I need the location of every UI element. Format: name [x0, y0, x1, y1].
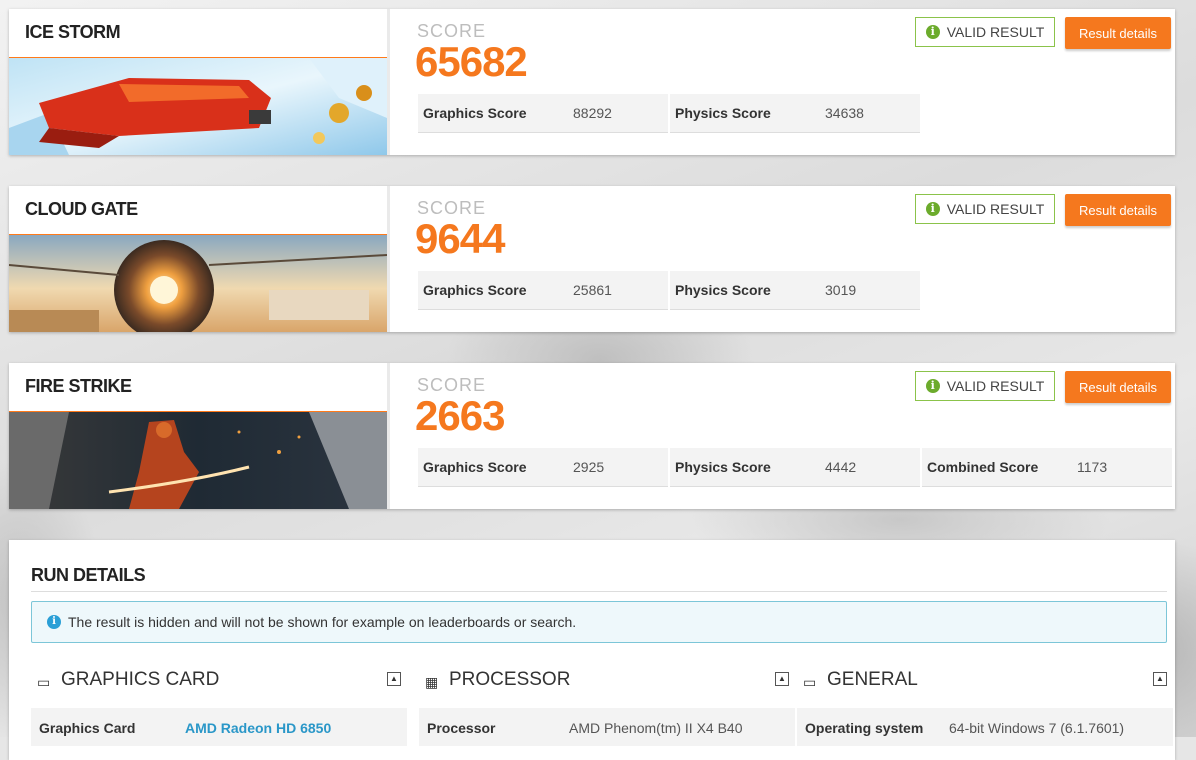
subscore-graphics: Graphics Score 25861 [418, 271, 668, 310]
subscore-value: 2925 [573, 459, 605, 475]
result-details-button[interactable]: Result details [1065, 194, 1171, 226]
subscore-combined: Combined Score 1173 [922, 448, 1172, 487]
valid-result-label: VALID RESULT [946, 24, 1045, 40]
subscore-label: Graphics Score [423, 459, 527, 475]
result-details-button[interactable]: Result details [1065, 17, 1171, 49]
section-title: GENERAL [827, 669, 918, 690]
valid-result-badge: i VALID RESULT [915, 194, 1055, 224]
laptop-icon: ▭ [803, 674, 817, 690]
subscore-graphics: Graphics Score 88292 [418, 94, 668, 133]
ice-storm-thumbnail [9, 58, 387, 155]
subscore-value: 3019 [825, 282, 857, 298]
detail-label: Operating system [805, 720, 924, 736]
subscore-value: 25861 [573, 282, 612, 298]
benchmark-title: CLOUD GATE [25, 199, 138, 219]
chip-icon: ▦ [425, 674, 439, 690]
score-value: 2663 [415, 392, 505, 439]
general-section: ▭ GENERAL ▲ Operating system 64-bit Wind… [797, 666, 1173, 746]
info-icon: i [925, 25, 940, 39]
benchmark-card-fire-strike: FIRE STRIKE SCORE 2663 Graphics Score 29… [9, 363, 1175, 509]
subscore-label: Combined Score [927, 459, 1039, 475]
subscore-list: Graphics Score 25861 Physics Score 3019 [418, 271, 922, 310]
score-value: 65682 [415, 38, 528, 85]
subscore-value: 4442 [825, 459, 857, 475]
subscore-label: Physics Score [675, 459, 771, 475]
info-icon: i [925, 379, 940, 393]
valid-result-label: VALID RESULT [946, 378, 1045, 394]
processor-section: ▦ PROCESSOR ▲ Processor AMD Phenom(tm) I… [419, 666, 795, 746]
card-divider [387, 363, 390, 509]
info-icon: i [925, 202, 940, 216]
section-divider [31, 591, 1167, 592]
detail-label: Graphics Card [39, 720, 136, 736]
detail-row: Processor AMD Phenom(tm) II X4 B40 [419, 708, 795, 746]
cloud-gate-thumbnail [9, 235, 387, 332]
subscore-label: Graphics Score [423, 105, 527, 121]
subscore-value: 1173 [1077, 459, 1108, 475]
card-divider [387, 9, 390, 155]
subscore-physics: Physics Score 3019 [670, 271, 920, 310]
benchmark-title: FIRE STRIKE [25, 376, 132, 396]
run-details-panel: RUN DETAILS i The result is hidden and w… [9, 540, 1175, 760]
detail-value: 64-bit Windows 7 (6.1.7601) [949, 720, 1125, 736]
subscore-physics: Physics Score 4442 [670, 448, 920, 487]
score-value: 9644 [415, 215, 505, 262]
hidden-result-notice: i The result is hidden and will not be s… [31, 601, 1167, 643]
subscore-label: Graphics Score [423, 282, 527, 298]
monitor-icon: ▭ [37, 674, 51, 690]
detail-row: Graphics Card AMD Radeon HD 6850 [31, 708, 407, 746]
subscore-value: 88292 [573, 105, 612, 121]
subscore-physics: Physics Score 34638 [670, 94, 920, 133]
subscore-list: Graphics Score 2925 Physics Score 4442 C… [418, 448, 1174, 487]
fire-strike-thumbnail [9, 412, 387, 509]
collapse-icon[interactable]: ▲ [775, 672, 789, 686]
collapse-icon[interactable]: ▲ [1153, 672, 1167, 686]
subscore-label: Physics Score [675, 282, 771, 298]
subscore-value: 34638 [825, 105, 864, 121]
valid-result-label: VALID RESULT [946, 201, 1045, 217]
info-icon: i [47, 615, 61, 629]
result-details-button[interactable]: Result details [1065, 371, 1171, 403]
detail-value: AMD Phenom(tm) II X4 B40 [569, 720, 743, 736]
valid-result-badge: i VALID RESULT [915, 371, 1055, 401]
section-title: GRAPHICS CARD [61, 669, 220, 690]
subscore-list: Graphics Score 88292 Physics Score 34638 [418, 94, 922, 133]
benchmark-card-cloud-gate: CLOUD GATE SCORE 9644 Graphics Score 258… [9, 186, 1175, 332]
benchmark-title: ICE STORM [25, 22, 121, 42]
detail-row: Operating system 64-bit Windows 7 (6.1.7… [797, 708, 1173, 746]
notice-text: The result is hidden and will not be sho… [68, 614, 577, 630]
collapse-icon[interactable]: ▲ [387, 672, 401, 686]
graphics-card-link[interactable]: AMD Radeon HD 6850 [185, 720, 331, 736]
detail-label: Processor [427, 720, 496, 736]
graphics-card-section: ▭ GRAPHICS CARD ▲ Graphics Card AMD Rade… [31, 666, 407, 746]
benchmark-card-ice-storm: ICE STORM SCORE 65682 Graphics Score 882… [9, 9, 1175, 155]
section-title: PROCESSOR [449, 669, 571, 690]
card-divider [387, 186, 390, 332]
subscore-graphics: Graphics Score 2925 [418, 448, 668, 487]
run-details-title: RUN DETAILS [31, 565, 146, 585]
subscore-label: Physics Score [675, 105, 771, 121]
valid-result-badge: i VALID RESULT [915, 17, 1055, 47]
